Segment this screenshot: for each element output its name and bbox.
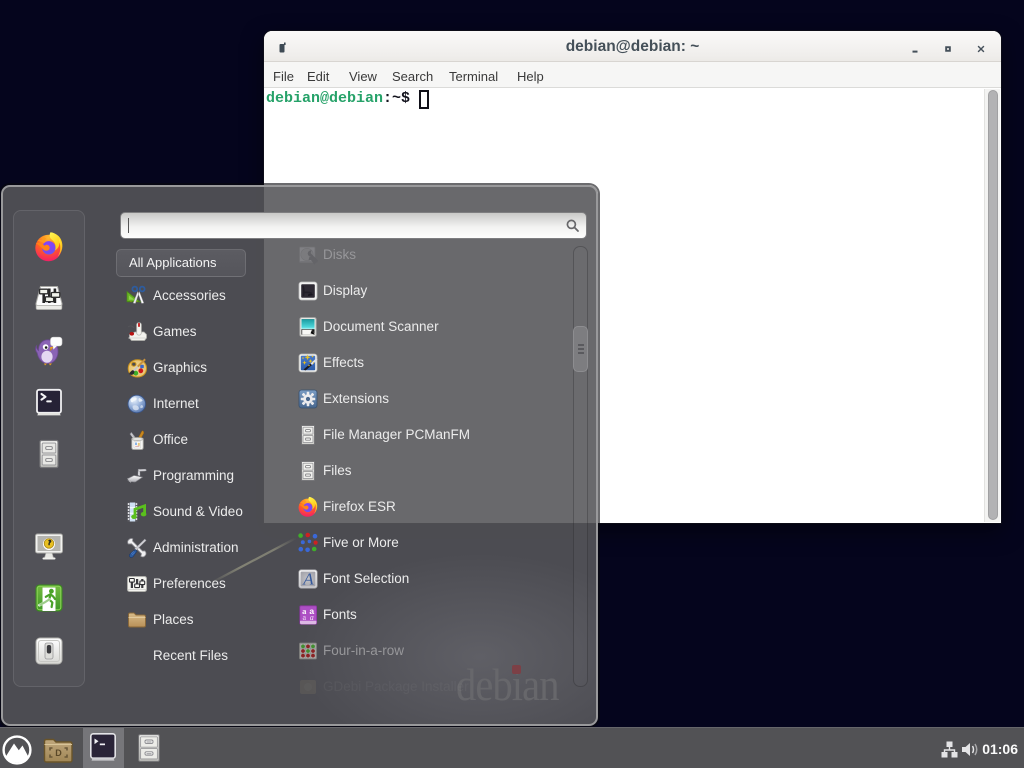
svg-text:a: a — [303, 613, 307, 622]
svg-text:a: a — [310, 613, 314, 622]
svg-text:D: D — [55, 748, 62, 758]
svg-text:A: A — [302, 570, 314, 589]
